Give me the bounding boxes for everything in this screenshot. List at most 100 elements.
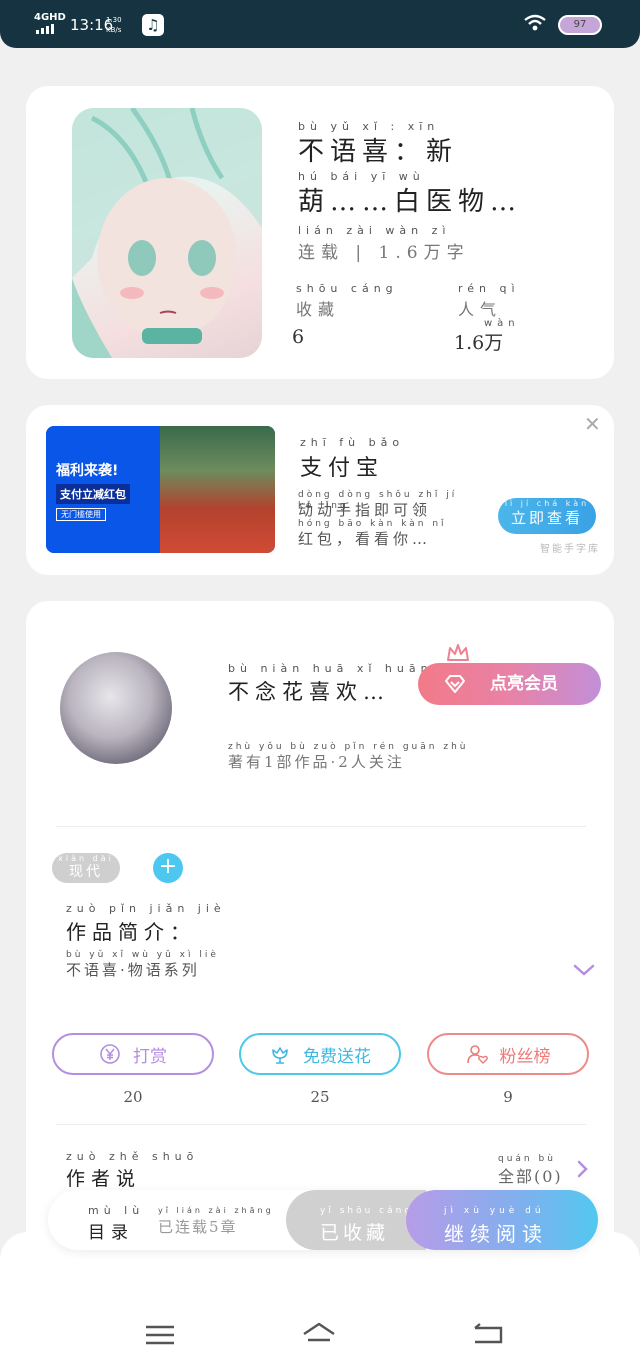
- genre-tag[interactable]: xiàn dài 现代: [52, 853, 120, 883]
- book-meta-text: 连载 | 1.6万字: [298, 243, 470, 263]
- fans-rank-button[interactable]: 粉丝榜: [427, 1033, 589, 1075]
- author-info-text: 著有1部作品·2人关注: [228, 753, 405, 771]
- author-says-all-label: 全部(0): [498, 1167, 563, 1186]
- author-info-pinyin: zhù yǒu bù zuò pǐn rén guān zhù: [228, 742, 469, 752]
- ad-title-pinyin: zhī fù bǎo: [300, 436, 405, 449]
- network-type: 4GHD: [34, 12, 66, 23]
- wifi-icon: [524, 14, 546, 36]
- crown-icon: [447, 644, 469, 661]
- continue-reading-button[interactable]: jì xù yuè dú 继续阅读: [406, 1190, 598, 1250]
- intro-text: bù yǔ xǐ wù yǔ xì liè 不语喜·物语系列: [66, 948, 219, 980]
- catalog-label: 目录: [88, 1223, 134, 1243]
- stat-collect-pinyin: shōu cáng: [296, 282, 398, 295]
- intro-heading-label: 作品简介：: [66, 920, 196, 944]
- author-says-all-pinyin: quán bù: [498, 1154, 556, 1164]
- ad-banner-note: 无门槛使用: [56, 508, 106, 521]
- catalog-pinyin: mù lù: [88, 1204, 145, 1217]
- stat-popularity: rén qì 人气: [458, 282, 520, 320]
- continue-reading-label: 继续阅读: [444, 1222, 548, 1246]
- continue-reading-pinyin: jì xù yuè dú: [444, 1206, 545, 1216]
- book-title[interactable]: bù yǔ xǐ : xīn 不语喜：新 hú bái yī wù 葫……白医物…: [298, 120, 578, 220]
- book-title-pinyin-1: bù yǔ xǐ : xīn: [298, 120, 440, 133]
- author-name-text: 不念花喜欢…: [228, 680, 390, 704]
- author-says-all-link[interactable]: quán bù 全部(0): [498, 1152, 563, 1187]
- ad-banner-photo: [160, 426, 275, 553]
- home-icon[interactable]: [302, 1320, 336, 1350]
- book-title-line-2: 葫……白医物…: [298, 187, 523, 217]
- user-heart-icon: [466, 1045, 488, 1064]
- reward-count: 20: [123, 1088, 143, 1106]
- stat-collect-label: 收藏: [296, 300, 341, 319]
- stat-popularity-pinyin: rén qì: [458, 282, 520, 295]
- ad-desc-line-2: 红包，看看你…: [298, 530, 432, 548]
- yen-icon: [100, 1044, 120, 1064]
- ad-title[interactable]: zhī fù bǎo 支付宝: [300, 436, 404, 482]
- status-bar: 4GHD 13:16 1.30 KB/s ♫ 97: [0, 0, 640, 48]
- reward-button-label: 打赏: [133, 1046, 167, 1067]
- intro-text-body: 不语喜·物语系列: [66, 961, 200, 979]
- fans-rank-button-label: 粉丝榜: [499, 1046, 551, 1067]
- serial-pinyin: yǐ lián zài zhāng: [158, 1206, 274, 1215]
- diamond-icon: [445, 675, 465, 693]
- stat-popularity-value: 1.6万: [454, 332, 504, 354]
- ad-title-text: 支付宝: [300, 456, 385, 481]
- book-title-pinyin-2: hú bái yī wù: [298, 170, 425, 183]
- ad-desc-line-1: 动动手指即可领: [298, 501, 432, 519]
- chevron-down-icon[interactable]: [572, 962, 596, 978]
- author-says-heading: zuò zhě shuō 作者说: [66, 1150, 198, 1191]
- ad-source-label: 智能手字库: [540, 544, 600, 555]
- serial-status: yǐ lián zài zhāng 已连载5章: [158, 1204, 274, 1237]
- book-meta-pinyin: lián zài wàn zì: [298, 224, 451, 237]
- send-flower-button-label: 免费送花: [303, 1046, 371, 1067]
- reward-button[interactable]: 打赏: [52, 1033, 214, 1075]
- system-nav-bar: [0, 1232, 640, 1372]
- divider: [56, 1124, 586, 1125]
- music-icon: ♫: [142, 14, 164, 36]
- flower-icon: [272, 1047, 288, 1064]
- ad-view-button-pinyin: lì jí chá kàn: [504, 499, 590, 508]
- intro-text-pinyin: bù yǔ xǐ wù yǔ xì liè: [66, 950, 219, 960]
- intro-heading: zuò pǐn jiǎn jiè 作品简介：: [66, 902, 226, 945]
- author-avatar[interactable]: [60, 652, 172, 764]
- ad-description: dòng dòng shǒu zhǐ jí kě lǐng 动动手指即可领 hó…: [298, 490, 478, 548]
- ad-banner-image[interactable]: 福利来袭! 支付立减红包 无门槛使用: [46, 426, 275, 553]
- signal-icon: [36, 24, 54, 34]
- author-name-pinyin: bù niàn huā xǐ huān: [228, 662, 433, 675]
- ad-banner-subtitle: 支付立减红包: [56, 484, 130, 504]
- stat-collect: shōu cáng 收藏: [296, 282, 398, 320]
- menu-icon[interactable]: [143, 1320, 177, 1350]
- close-icon[interactable]: ✕: [584, 412, 601, 436]
- book-meta: lián zài wàn zì 连载 | 1.6万字: [298, 224, 470, 263]
- author-name[interactable]: bù niàn huā xǐ huān 不念花喜欢…: [228, 662, 433, 706]
- ad-view-button[interactable]: lì jí chá kàn 立即查看: [498, 498, 596, 534]
- vip-button[interactable]: 点亮会员: [418, 663, 601, 705]
- net-speed: 1.30 KB/s: [106, 16, 122, 34]
- book-cover[interactable]: [72, 108, 262, 358]
- stat-collect-value: 6: [292, 326, 305, 348]
- vip-button-label: 点亮会员: [490, 674, 558, 694]
- fans-count: 9: [503, 1088, 513, 1106]
- flower-count: 25: [310, 1088, 330, 1106]
- author-says-pinyin: zuò zhě shuō: [66, 1150, 199, 1163]
- serial-label: 已连载5章: [158, 1218, 238, 1236]
- ad-view-button-label: 立即查看: [510, 509, 583, 527]
- book-title-line-1: 不语喜：新: [298, 137, 459, 167]
- chevron-right-icon[interactable]: [576, 1160, 588, 1178]
- back-icon[interactable]: [471, 1320, 505, 1350]
- battery-icon: 97: [558, 15, 602, 35]
- add-tag-button[interactable]: +: [153, 853, 183, 883]
- catalog-button[interactable]: mù lù 目录: [88, 1204, 144, 1243]
- ad-desc-pinyin-2: hóng bāo kàn kàn nǐ: [298, 519, 447, 529]
- genre-tag-pinyin: xiàn dài: [58, 854, 114, 863]
- ad-desc-pinyin-1: dòng dòng shǒu zhǐ jí kě lǐng: [298, 490, 458, 511]
- send-flower-button[interactable]: 免费送花: [239, 1033, 401, 1075]
- intro-heading-pinyin: zuò pǐn jiǎn jiè: [66, 902, 226, 915]
- genre-tag-label: 现代: [69, 864, 103, 880]
- ad-banner-title: 福利来袭!: [56, 463, 119, 479]
- divider: [56, 826, 586, 827]
- reading-bar: mù lù 目录 yǐ lián zài zhāng 已连载5章 yǐ shōu…: [48, 1190, 598, 1250]
- author-says-label: 作者说: [66, 1168, 142, 1190]
- collected-button[interactable]: yǐ shōu cáng 已收藏: [286, 1190, 426, 1250]
- author-info: zhù yǒu bù zuò pǐn rén guān zhù 著有1部作品·2…: [228, 740, 468, 772]
- cover-illustration: [72, 108, 262, 358]
